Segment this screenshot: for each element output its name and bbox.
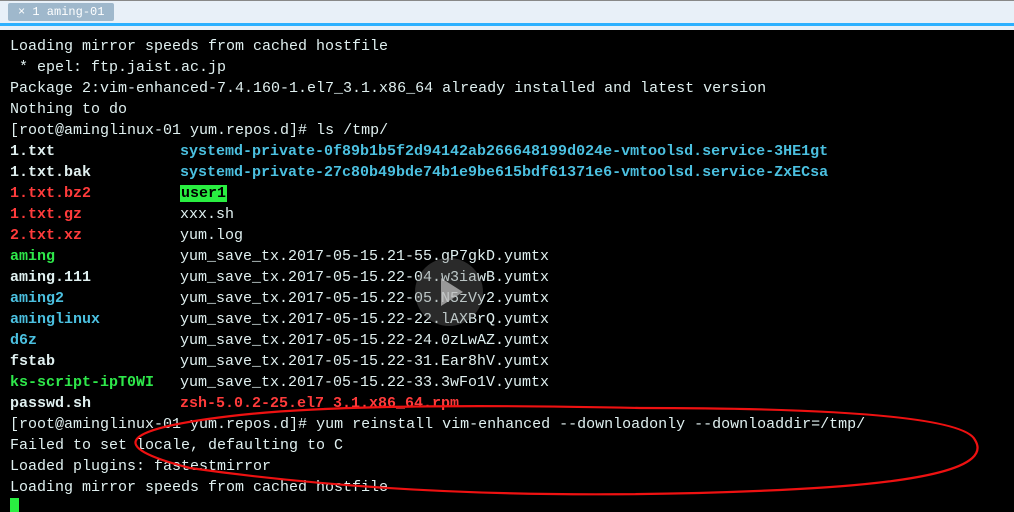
file-name: aming.111 [10,267,180,288]
file-name: xxx.sh [180,206,234,223]
output-line: Loading mirror speeds from cached hostfi… [10,36,1004,57]
close-icon[interactable]: × [18,5,25,19]
file-name: aminglinux [10,309,180,330]
file-name: yum_save_tx.2017-05-15.22-22.lAXBrQ.yumt… [180,311,549,328]
file-name: yum_save_tx.2017-05-15.21-55.gP7gkD.yumt… [180,248,549,265]
output-line: Loading mirror speeds from cached hostfi… [10,477,1004,498]
command: ls /tmp/ [316,122,388,139]
terminal-output: Loading mirror speeds from cached hostfi… [10,36,1004,498]
file-name: yum_save_tx.2017-05-15.22-24.0zLwAZ.yumt… [180,332,549,349]
file-name: fstab [10,351,180,372]
output-line: Nothing to do [10,99,1004,120]
file-name: d6z [10,330,180,351]
file-name: zsh-5.0.2-25.el7_3.1.x86_64.rpm [180,395,459,412]
file-name: 1.txt.bz2 [10,183,180,204]
cursor [10,498,19,512]
file-name: aming2 [10,288,180,309]
file-name: yum_save_tx.2017-05-15.22-31.Ear8hV.yumt… [180,353,549,370]
command: yum reinstall vim-enhanced --downloadonl… [316,416,865,433]
file-name: user1 [180,185,227,202]
file-name: systemd-private-27c80b49bde74b1e9be615bd… [180,164,828,181]
file-name: passwd.sh [10,393,180,414]
file-name: yum.log [180,227,243,244]
prompt: [root@aminglinux-01 yum.repos.d]# [10,122,316,139]
file-name: 1.txt [10,141,180,162]
terminal[interactable]: Loading mirror speeds from cached hostfi… [0,30,1014,512]
output-line: Package 2:vim-enhanced-7.4.160-1.el7_3.1… [10,78,1004,99]
file-name: 1.txt.gz [10,204,180,225]
tab-bar: × 1 aming-01 [0,0,1014,26]
file-name: 1.txt.bak [10,162,180,183]
window-tab[interactable]: × 1 aming-01 [8,3,114,21]
file-name: 2.txt.xz [10,225,180,246]
tab-label: 1 aming-01 [32,5,104,19]
file-name: aming [10,246,180,267]
output-line: Failed to set locale, defaulting to C [10,435,1004,456]
output-line: * epel: ftp.jaist.ac.jp [10,57,1004,78]
play-icon[interactable] [415,258,483,326]
output-line: Loaded plugins: fastestmirror [10,456,1004,477]
file-name: systemd-private-0f89b1b5f2d94142ab266648… [180,143,828,160]
file-name: yum_save_tx.2017-05-15.22-05.N5zVy2.yumt… [180,290,549,307]
prompt: [root@aminglinux-01 yum.repos.d]# [10,416,316,433]
file-name: yum_save_tx.2017-05-15.22-04.w3iawB.yumt… [180,269,549,286]
file-name: yum_save_tx.2017-05-15.22-33.3wFo1V.yumt… [180,374,549,391]
file-name: ks-script-ipT0WI [10,372,180,393]
